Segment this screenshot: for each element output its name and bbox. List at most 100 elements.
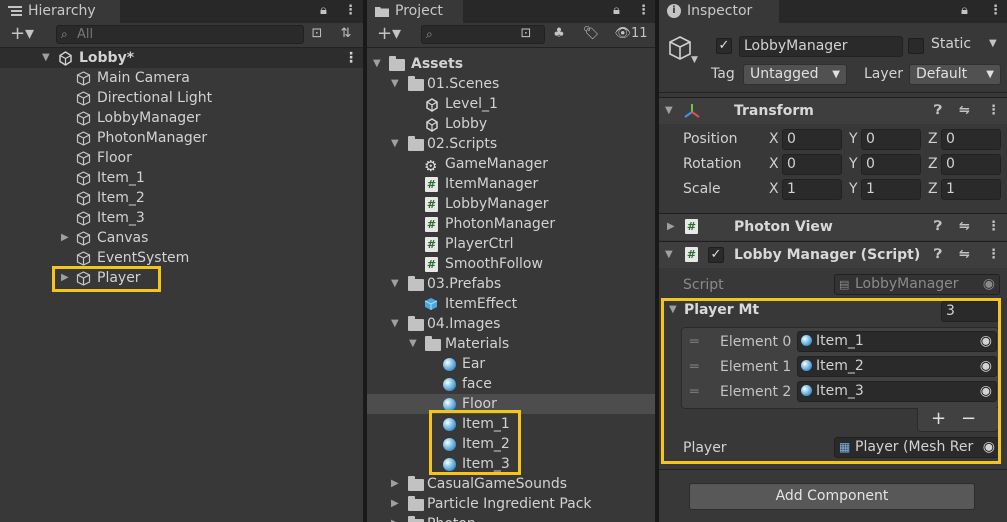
lobby-manager-header[interactable]: ▼ # ✓ Lobby Manager (Script) ❓︎ ⇋ ⋮ [659, 241, 1007, 268]
asset-row[interactable]: ⚙ GameManager [367, 154, 655, 175]
expand-arrow-icon[interactable]: ▼ [665, 98, 673, 124]
folder-row[interactable]: ▼ 03.Prefabs [367, 274, 655, 294]
folder-row[interactable]: ▶ Photon [367, 514, 655, 522]
presets-icon[interactable]: ⇋ [959, 214, 970, 240]
asset-row[interactable]: face [367, 374, 655, 394]
photon-view-header[interactable]: ▶ # Photon View ❓︎ ⇋ ⋮ [659, 213, 1007, 240]
hierarchy-item[interactable]: ▶ Canvas [0, 228, 363, 248]
expand-arrow-icon[interactable]: ▼ [373, 54, 381, 74]
rotation-x-field[interactable]: 0 [782, 154, 842, 175]
add-button[interactable]: +▾ [371, 25, 407, 44]
object-name-field[interactable]: LobbyManager [739, 36, 903, 57]
object-picker-icon[interactable]: ◉ [983, 275, 995, 294]
hierarchy-item[interactable]: LobbyManager [0, 108, 363, 128]
asset-row[interactable]: Ear [367, 354, 655, 374]
hierarchy-item[interactable]: Item_1 [0, 168, 363, 188]
expand-arrow-icon[interactable]: ▼ [391, 314, 399, 334]
expand-arrow-icon[interactable]: ▼ [391, 74, 399, 94]
add-component-button[interactable]: Add Component [689, 483, 975, 510]
folder-row[interactable]: ▼ 02.Scripts [367, 134, 655, 154]
y-label: Y [849, 131, 858, 147]
expand-arrow-icon[interactable]: ▼ [42, 48, 50, 68]
lock-icon[interactable]: 🔒︎ [320, 3, 327, 18]
help-icon[interactable]: ❓︎ [934, 214, 942, 240]
gameobject-cube-icon [76, 191, 91, 206]
hierarchy-item[interactable]: Directional Light [0, 88, 363, 108]
hierarchy-item[interactable]: Main Camera [0, 68, 363, 88]
rotation-y-field[interactable]: 0 [861, 154, 921, 175]
scene-menu-icon[interactable]: ⋮ [344, 48, 358, 68]
filter-label-icon[interactable]: 🏷︎ [580, 25, 602, 44]
lock-icon[interactable]: 🔒︎ [961, 3, 968, 18]
asset-row[interactable]: # ItemManager [367, 174, 655, 194]
component-enabled-checkbox[interactable]: ✓ [708, 247, 724, 263]
tag-dropdown[interactable]: Untagged ▼ [743, 64, 847, 85]
component-menu-icon[interactable]: ⋮ [987, 242, 1000, 268]
hierarchy-item[interactable]: EventSystem [0, 248, 363, 268]
scale-z-field[interactable]: 1 [941, 179, 1001, 200]
folder-row[interactable]: ▶ CasualGameSounds [367, 474, 655, 494]
position-label: Position [683, 131, 738, 147]
expand-arrow-icon[interactable]: ▼ [665, 242, 673, 268]
more-menu-icon[interactable]: ⋮ [344, 3, 357, 18]
component-menu-icon[interactable]: ⋮ [987, 98, 1000, 124]
folder-row[interactable]: ▼ Assets [367, 54, 655, 74]
asset-row[interactable]: # PlayerCtrl [367, 234, 655, 254]
asset-row[interactable]: # LobbyManager [367, 194, 655, 214]
icon-dropdown-icon[interactable]: ▼ [691, 55, 698, 65]
expand-arrow-icon[interactable]: ▼ [391, 134, 399, 154]
expand-arrow-icon[interactable]: ▶ [667, 214, 675, 240]
folder-row[interactable]: ▶ Particle Ingredient Pack [367, 494, 655, 514]
lock-icon[interactable]: 🔒︎ [613, 3, 620, 18]
search-input[interactable]: ⌕ All [56, 25, 304, 44]
more-menu-icon[interactable]: ⋮ [989, 3, 1002, 18]
hidden-packages-icon[interactable]: 👁︎11 [609, 25, 653, 44]
hierarchy-item[interactable]: Floor [0, 148, 363, 168]
position-z-field[interactable]: 0 [941, 129, 1001, 150]
presets-icon[interactable]: ⇋ [959, 98, 970, 124]
folder-row[interactable]: ▼ 01.Scenes [367, 74, 655, 94]
asset-row[interactable]: # PhotonManager [367, 214, 655, 234]
expand-arrow-icon[interactable]: ▶ [391, 474, 399, 494]
tab-inspector[interactable]: i Inspector [659, 0, 779, 23]
position-x-field[interactable]: 0 [782, 129, 842, 150]
search-mode-icon[interactable]: ⊡ [517, 25, 535, 44]
asset-row[interactable]: # SmoothFollow [367, 254, 655, 274]
scale-x-field[interactable]: 1 [782, 179, 842, 200]
more-menu-icon[interactable]: ⋮ [637, 3, 650, 18]
expand-arrow-icon[interactable]: ▶ [391, 514, 399, 522]
scene-row[interactable]: ▼ Lobby* ⋮ [0, 48, 363, 68]
layer-dropdown[interactable]: Default ▼ [909, 64, 1001, 85]
asset-row[interactable]: ItemEffect [367, 294, 655, 314]
expand-arrow-icon[interactable]: ▼ [409, 334, 417, 354]
search-mode-icon[interactable]: ⊡ [308, 25, 326, 44]
transform-header[interactable]: ▼ Transform ❓︎ ⇋ ⋮ [659, 97, 1007, 124]
folder-row[interactable]: ▼ Materials [367, 334, 655, 354]
sort-icon[interactable]: ⇅ [336, 25, 356, 44]
help-icon[interactable]: ❓︎ [934, 98, 942, 124]
presets-icon[interactable]: ⇋ [959, 242, 970, 268]
expand-arrow-icon[interactable]: ▶ [391, 494, 399, 514]
active-checkbox[interactable]: ✓ [716, 38, 732, 54]
component-menu-icon[interactable]: ⋮ [987, 214, 1000, 240]
hierarchy-item[interactable]: Item_3 [0, 208, 363, 228]
position-y-field[interactable]: 0 [861, 129, 921, 150]
static-checkbox[interactable] [908, 38, 924, 54]
help-icon[interactable]: ❓︎ [934, 242, 942, 268]
expand-arrow-icon[interactable]: ▼ [391, 274, 399, 294]
asset-row[interactable]: Lobby [367, 114, 655, 134]
add-button[interactable]: +▾ [4, 25, 40, 44]
hierarchy-tabbar: Hierarchy 🔒︎ ⋮ [0, 0, 363, 23]
filter-type-icon[interactable]: ♣ [548, 25, 570, 44]
hierarchy-item[interactable]: PhotonManager [0, 128, 363, 148]
static-dropdown-icon[interactable]: ▼ [989, 38, 997, 49]
folder-row[interactable]: ▼ 04.Images [367, 314, 655, 334]
expand-arrow-icon[interactable]: ▶ [61, 228, 69, 248]
tab-hierarchy[interactable]: Hierarchy [0, 0, 120, 23]
tab-project[interactable]: Project [367, 0, 463, 23]
rotation-z-field[interactable]: 0 [941, 154, 1001, 175]
hierarchy-item[interactable]: Item_2 [0, 188, 363, 208]
asset-row[interactable]: Level_1 [367, 94, 655, 114]
asset-label: ItemEffect [445, 296, 518, 312]
scale-y-field[interactable]: 1 [861, 179, 921, 200]
